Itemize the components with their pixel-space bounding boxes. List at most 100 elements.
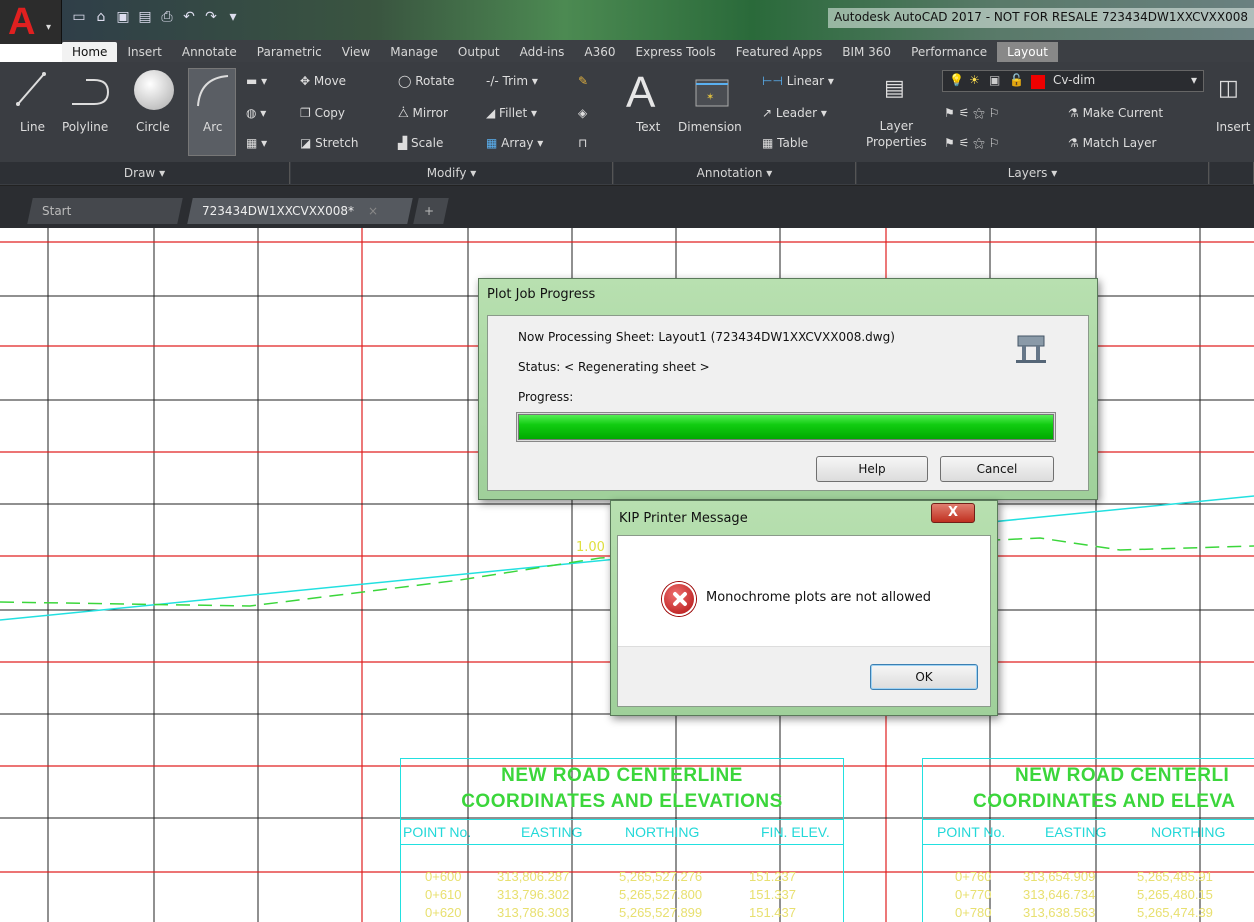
coordinates-table-2: NEW ROAD CENTERLI COORDINATES AND ELEVA … [922,758,1254,922]
table1-cell: 313,806.287 [497,869,570,884]
tab-home[interactable]: Home [62,42,118,62]
table1-cell: 151.237 [749,869,796,884]
error-message: Monochrome plots are not allowed [706,590,931,605]
tab-parametric[interactable]: Parametric [247,42,332,62]
text-button[interactable]: Text [636,120,660,134]
save-icon[interactable]: ▣ [114,8,132,26]
tab-insert[interactable]: Insert [117,42,171,62]
progress-label: Progress: [518,390,574,404]
tab-express-tools[interactable]: Express Tools [626,42,726,62]
explode-icon[interactable]: ◈ [578,106,587,120]
tab-featured-apps[interactable]: Featured Apps [726,42,832,62]
polyline-button[interactable]: Polyline [62,120,108,134]
table-icon: ▦ [762,136,778,150]
move-icon: ✥ [300,74,314,88]
table-button[interactable]: ▦ Table [762,136,808,150]
table-1-col-easting: EASTING [521,824,583,840]
processing-sheet-text: Now Processing Sheet: Layout1 (723434DW1… [518,330,895,344]
ribbon: Line Polyline Circle Arc ▬ ▾ ◍ ▾ ▦ ▾ Dra… [0,62,1254,186]
tab-add-ins[interactable]: Add-ins [510,42,575,62]
tab-annotate[interactable]: Annotate [172,42,247,62]
leader-button[interactable]: ↗ Leader ▾ [762,106,827,120]
drawing-tab[interactable]: 723434DW1XXCVXX008* × [187,198,413,224]
layer-dropdown[interactable]: 💡 ☀ ▣ 🔓 Cv-dim ▾ [942,70,1204,92]
table-2-col-northing: NORTHING [1151,824,1226,840]
start-tab[interactable]: Start [27,198,183,224]
kip-dialog-body: Monochrome plots are not allowed OK [617,535,991,707]
draw-panel-label[interactable]: Draw ▾ [0,162,290,184]
undo-icon[interactable]: ↶ [180,8,198,26]
autocad-app-menu-button[interactable]: A ▾ [0,0,62,44]
linear-button[interactable]: ⊢⊣ Linear ▾ [762,74,834,88]
layer-tools-row1-icons[interactable]: ⚑ ⚟ ⚝ ⚐ [944,106,999,121]
table-1-title-2: COORDINATES AND ELEVATIONS [461,791,783,812]
dimension-button[interactable]: Dimension [678,120,742,134]
mirror-icon: ⧊ [398,106,413,120]
copy-button[interactable]: ❐ Copy [300,106,345,120]
insert-button[interactable]: Insert [1216,120,1250,134]
make-current-button[interactable]: ⚗ Make Current [1068,106,1163,120]
new-tab-button[interactable]: + [413,198,449,224]
chevron-down-icon: ▾ [1190,73,1197,87]
match-layer-button[interactable]: ⚗ Match Layer [1068,136,1156,150]
help-button[interactable]: Help [816,456,928,482]
annotation-panel-label[interactable]: Annotation ▾ [614,162,856,184]
layer-properties-button[interactable]: Layer Properties [866,118,927,150]
erase-icon[interactable]: ✎ [578,74,588,88]
customize-qat-icon[interactable]: ▾ [224,8,242,26]
quick-access-toolbar: ▭ ⌂ ▣ ▤ ⎙ ↶ ↷ ▾ [70,6,242,28]
circle-icon [134,70,174,110]
tab-manage[interactable]: Manage [380,42,448,62]
hatch-icon[interactable]: ◍ ▾ [246,106,266,120]
move-button[interactable]: ✥ Move [300,74,346,88]
rectangle-icon[interactable]: ▬ ▾ [246,74,267,88]
table1-cell: 5,265,527.800 [619,887,703,902]
scale-button[interactable]: ▟ Scale [398,136,443,150]
table2-cell: 0+760 [955,869,992,884]
table-1-header: POINT No. EASTING NORTHING FIN. ELEV. [401,819,843,845]
tab-layout[interactable]: Layout [997,42,1058,62]
fillet-button[interactable]: ◢ Fillet ▾ [486,106,537,120]
scale-icon: ▟ [398,136,412,150]
table2-cell: 5,265,485.91 [1137,869,1213,884]
open-folder-icon[interactable]: ⌂ [92,8,110,26]
cancel-button[interactable]: Cancel [940,456,1054,482]
tab-bim-360[interactable]: BIM 360 [832,42,901,62]
rotate-button[interactable]: ◯ Rotate [398,74,455,88]
tab-performance[interactable]: Performance [901,42,997,62]
leader-icon: ↗ [762,106,776,120]
modify-panel-label[interactable]: Modify ▾ [291,162,613,184]
print-icon[interactable]: ⎙ [158,8,176,26]
drawing-canvas[interactable]: 1.00 NEW ROAD CENTERLINE COORDINATES AND… [0,228,1254,922]
array-button[interactable]: ▦ Array ▾ [486,136,543,150]
ok-button[interactable]: OK [870,664,978,690]
tab-output[interactable]: Output [448,42,510,62]
table1-cell: 0+610 [425,887,462,902]
redo-icon[interactable]: ↷ [202,8,220,26]
close-icon[interactable]: X [931,503,975,523]
stretch-button[interactable]: ◪ Stretch [300,136,358,150]
circle-button[interactable]: Circle [136,120,170,134]
tab-a360[interactable]: A360 [574,42,625,62]
table2-cell: 313,654.909 [1023,869,1096,884]
arc-icon [197,75,229,107]
table-1-col-elev: FIN. ELEV. [761,824,830,840]
make-current-icon: ⚗ [1068,106,1083,120]
table-1-title-1: NEW ROAD CENTERLINE [501,765,743,786]
unlock-icon: 🔓 [1009,73,1024,87]
block-panel-label[interactable] [1210,162,1254,184]
arc-button[interactable]: Arc [203,120,222,134]
layer-tools-row2-icons[interactable]: ⚑ ⚟ ⚝ ⚐ [944,136,999,151]
gradient-icon[interactable]: ▦ ▾ [246,136,267,150]
offset-icon[interactable]: ⊓ [578,136,587,150]
new-file-icon[interactable]: ▭ [70,8,88,26]
close-tab-icon[interactable]: × [368,198,378,224]
plot-job-progress-dialog: Plot Job Progress Now Processing Sheet: … [478,278,1098,500]
line-button[interactable]: Line [20,120,45,134]
tab-view[interactable]: View [332,42,380,62]
layers-panel-label[interactable]: Layers ▾ [857,162,1209,184]
text-icon: A [626,68,656,117]
mirror-button[interactable]: ⧊ Mirror [398,106,448,121]
save-as-icon[interactable]: ▤ [136,8,154,26]
trim-button[interactable]: -/- Trim ▾ [486,74,538,88]
